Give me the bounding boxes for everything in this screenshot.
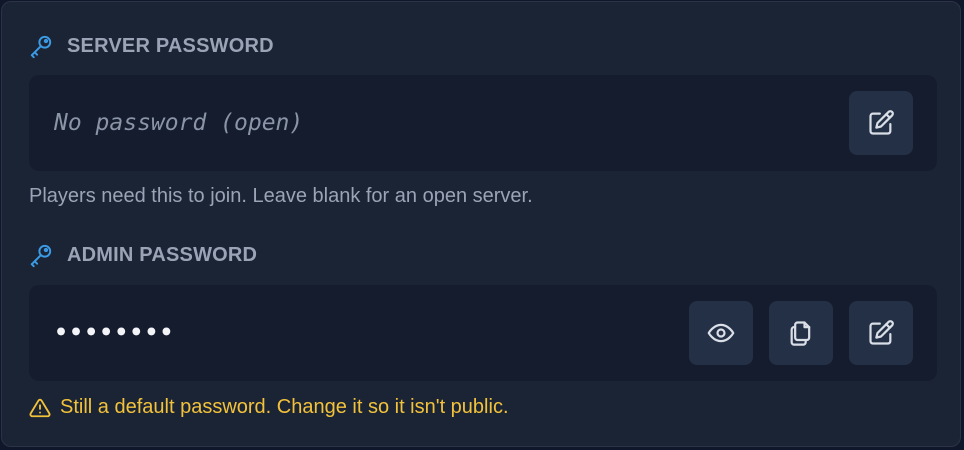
server-password-header: SERVER PASSWORD (28, 31, 274, 61)
server-password-title: SERVER PASSWORD (67, 34, 274, 57)
warning-icon (29, 398, 51, 417)
admin-password-title: ADMIN PASSWORD (67, 243, 258, 266)
edit-icon (869, 320, 894, 345)
password-settings-panel: SERVER PASSWORD No password (open) Playe… (1, 1, 961, 447)
admin-password-masked-value: •••••••• (54, 320, 175, 346)
copy-icon (790, 321, 811, 346)
server-password-value: No password (open) (54, 110, 304, 136)
admin-password-field: •••••••• (29, 285, 937, 381)
server-password-field: No password (open) (29, 75, 937, 171)
admin-password-show-button[interactable] (689, 301, 753, 365)
default-password-warning: Still a default password. Change it so i… (29, 396, 509, 419)
server-password-hint: Players need this to join. Leave blank f… (29, 185, 533, 207)
admin-password-header: ADMIN PASSWORD (28, 240, 257, 270)
edit-icon (869, 110, 894, 135)
key-icon (30, 35, 52, 59)
admin-password-copy-button[interactable] (769, 301, 833, 365)
default-password-warning-text: Still a default password. Change it so i… (60, 396, 509, 418)
eye-icon (707, 323, 735, 343)
server-password-edit-button[interactable] (849, 91, 913, 155)
admin-password-edit-button[interactable] (849, 301, 913, 365)
key-icon (30, 244, 52, 268)
